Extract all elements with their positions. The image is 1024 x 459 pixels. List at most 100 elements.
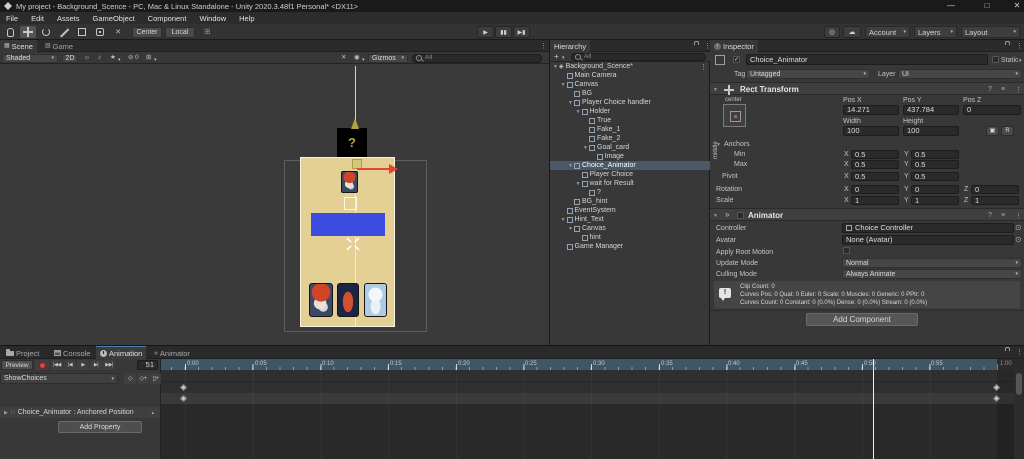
anchor-max-x-field[interactable]: 0.5 <box>851 160 899 169</box>
presets-icon[interactable]: ≡ <box>1001 212 1005 219</box>
active-checkbox[interactable]: ✓ <box>733 56 740 63</box>
hierarchy-item-hint[interactable]: hint <box>550 233 711 242</box>
frame-field[interactable]: 51 <box>137 360 158 370</box>
foldout-icon[interactable]: ▼ <box>560 82 567 88</box>
rotation-z-field[interactable]: 0 <box>971 185 1019 194</box>
hierarchy-item-question[interactable]: ? <box>550 188 711 197</box>
pos-x-field[interactable]: 14.271 <box>843 105 899 115</box>
name-field[interactable]: Choice_Animator <box>746 54 988 65</box>
foldout-icon[interactable]: ▼ <box>560 217 567 223</box>
chevron-down-icon[interactable]: ▾ <box>362 57 365 63</box>
rect-tool-button[interactable] <box>74 26 90 38</box>
component-menu-icon[interactable]: ⋮ <box>1015 86 1022 94</box>
foldout-icon[interactable]: ▼ <box>567 226 574 232</box>
menu-gameobject[interactable]: GameObject <box>93 14 135 23</box>
hierarchy-item-player-choice-handler[interactable]: ▼ Player Choice handler <box>550 98 711 107</box>
hierarchy-item-player-choice[interactable]: Player Choice <box>550 170 711 179</box>
hierarchy-item-holder[interactable]: ▼ Holder <box>550 107 711 116</box>
hierarchy-item-bg-hint[interactable]: BG_hint <box>550 197 711 206</box>
hierarchy-item-game-manager[interactable]: Game Manager <box>550 242 711 251</box>
scrollbar-thumb[interactable] <box>1016 373 1022 395</box>
tab-inspector[interactable]: i Inspector <box>710 40 758 52</box>
create-button[interactable]: + <box>554 53 559 61</box>
rotation-x-field[interactable]: 0 <box>851 185 899 194</box>
hierarchy-search-input[interactable]: All <box>571 53 706 61</box>
anchor-max-y-field[interactable]: 0.5 <box>911 160 959 169</box>
scale-tool-button[interactable] <box>56 26 72 38</box>
hierarchy-item-hint-text[interactable]: ▼ Hint_Text <box>550 215 711 224</box>
playhead[interactable] <box>873 359 874 459</box>
animator-header[interactable]: ▼ » Animator ? ≡ ⋮ <box>710 208 1024 221</box>
hierarchy-item-goal-card[interactable]: ▼ Goal_card <box>550 143 711 152</box>
help-icon[interactable]: ? <box>988 212 992 219</box>
pivot-center-button[interactable]: Center <box>132 26 162 38</box>
controller-field[interactable]: Choice Controller <box>842 223 1014 233</box>
tab-hierarchy[interactable]: Hierarchy <box>550 40 591 52</box>
minimize-button[interactable]: — <box>942 0 960 12</box>
menu-assets[interactable]: Assets <box>57 14 80 23</box>
chevron-down-icon[interactable]: ▾ <box>118 57 121 63</box>
inspector-menu-icon[interactable]: ⋮ <box>1016 42 1023 50</box>
scene-tools-icon[interactable]: ✕ <box>341 54 346 62</box>
avatar-field[interactable]: None (Avatar) <box>842 235 1014 245</box>
scene-audio-icon[interactable]: ♪ <box>98 54 101 62</box>
foldout-icon[interactable]: ▼ <box>582 145 589 151</box>
scene-visibility-icon[interactable]: ⊘ <box>128 54 133 62</box>
add-component-button[interactable]: Add Component <box>806 313 918 326</box>
scene-panel-menu-icon[interactable]: ⋮ <box>540 42 547 50</box>
close-button[interactable]: ✕ <box>1008 0 1024 12</box>
scene-search-input[interactable]: All <box>412 53 542 63</box>
prev-key-button[interactable]: |◀ <box>64 360 76 370</box>
scene-menu-icon[interactable]: ⋮ <box>700 63 707 71</box>
hierarchy-item-true[interactable]: True <box>550 116 711 125</box>
component-menu-icon[interactable]: ⋮ <box>1015 212 1022 220</box>
hand-tool-button[interactable] <box>2 26 18 38</box>
chevron-down-icon[interactable]: ▾ <box>154 57 157 63</box>
animator-enabled-checkbox[interactable] <box>737 212 744 219</box>
dopesheet[interactable]: 0:00 0:05 0:10 0:15 0:20 0:25 0:30 0:35 … <box>161 359 1024 459</box>
rect-transform-header[interactable]: ▼ Rect Transform ? ≡ ⋮ <box>710 82 1024 95</box>
foldout-icon[interactable]: ▼ <box>575 109 582 115</box>
hierarchy-item-canvas[interactable]: ▼ Canvas <box>550 80 711 89</box>
hierarchy-item-fake1[interactable]: Fake_1 <box>550 125 711 134</box>
hierarchy-item-background-scence[interactable]: ▼ ◈ Background_Scence* ⋮ <box>550 62 711 71</box>
clip-dropdown[interactable]: ShowChoices ▾ <box>0 373 118 384</box>
hierarchy-item-main-camera[interactable]: Main Camera <box>550 71 711 80</box>
presets-icon[interactable]: ≡ <box>1001 86 1005 93</box>
custom-tool-button[interactable]: ✕ <box>110 26 126 38</box>
scene-light-icon[interactable]: ☼ <box>84 54 90 62</box>
pivot-local-button[interactable]: Local <box>165 26 195 38</box>
blueprint-mode-button[interactable]: ▣ <box>986 126 999 136</box>
scale-y-field[interactable]: 1 <box>911 196 959 205</box>
scale-z-field[interactable]: 1 <box>971 196 1019 205</box>
raw-edit-button[interactable]: R <box>1001 126 1014 136</box>
next-key-button[interactable]: ▶| <box>90 360 102 370</box>
anchors-foldout-icon[interactable]: ▼ <box>716 142 721 148</box>
pause-button[interactable]: ▮▮ <box>495 26 512 38</box>
hierarchy-item-choice-animator[interactable]: ▼ Choice_Animator <box>550 161 711 170</box>
layout-dropdown[interactable]: Layout ▾ <box>961 26 1020 38</box>
height-field[interactable]: 100 <box>903 126 959 136</box>
layers-dropdown[interactable]: Layers ▾ <box>914 26 957 38</box>
hierarchy-item-canvas2[interactable]: ▼ Canvas <box>550 224 711 233</box>
goto-first-key-button[interactable]: |◀◀ <box>51 360 63 370</box>
pos-z-field[interactable]: 0 <box>963 105 1021 115</box>
static-checkbox[interactable] <box>992 56 999 63</box>
chevron-down-icon[interactable]: ▾ <box>562 55 565 61</box>
play-button[interactable]: ▶ <box>477 26 494 38</box>
hierarchy-item-fake2[interactable]: Fake_2 <box>550 134 711 143</box>
tab-animation[interactable]: Animation <box>96 346 147 359</box>
rotate-tool-button[interactable] <box>38 26 54 38</box>
scene-grid-icon[interactable]: ⊞ <box>146 54 151 62</box>
gizmo-y-arrow[interactable] <box>351 118 359 129</box>
hierarchy-item-image[interactable]: Image <box>550 152 711 161</box>
foldout-icon[interactable]: ▶ <box>4 410 8 416</box>
foldout-icon[interactable]: ▼ <box>552 64 559 70</box>
account-dropdown[interactable]: Account ▾ <box>865 26 910 38</box>
property-menu-icon[interactable]: ▴ <box>151 410 154 416</box>
add-keyframe-button[interactable]: ◇ <box>124 373 136 384</box>
transform-tool-button[interactable] <box>92 26 108 38</box>
anchor-min-y-field[interactable]: 0.5 <box>911 150 959 159</box>
maximize-button[interactable]: □ <box>978 0 996 12</box>
scene-viewport[interactable]: ? <box>0 64 549 345</box>
